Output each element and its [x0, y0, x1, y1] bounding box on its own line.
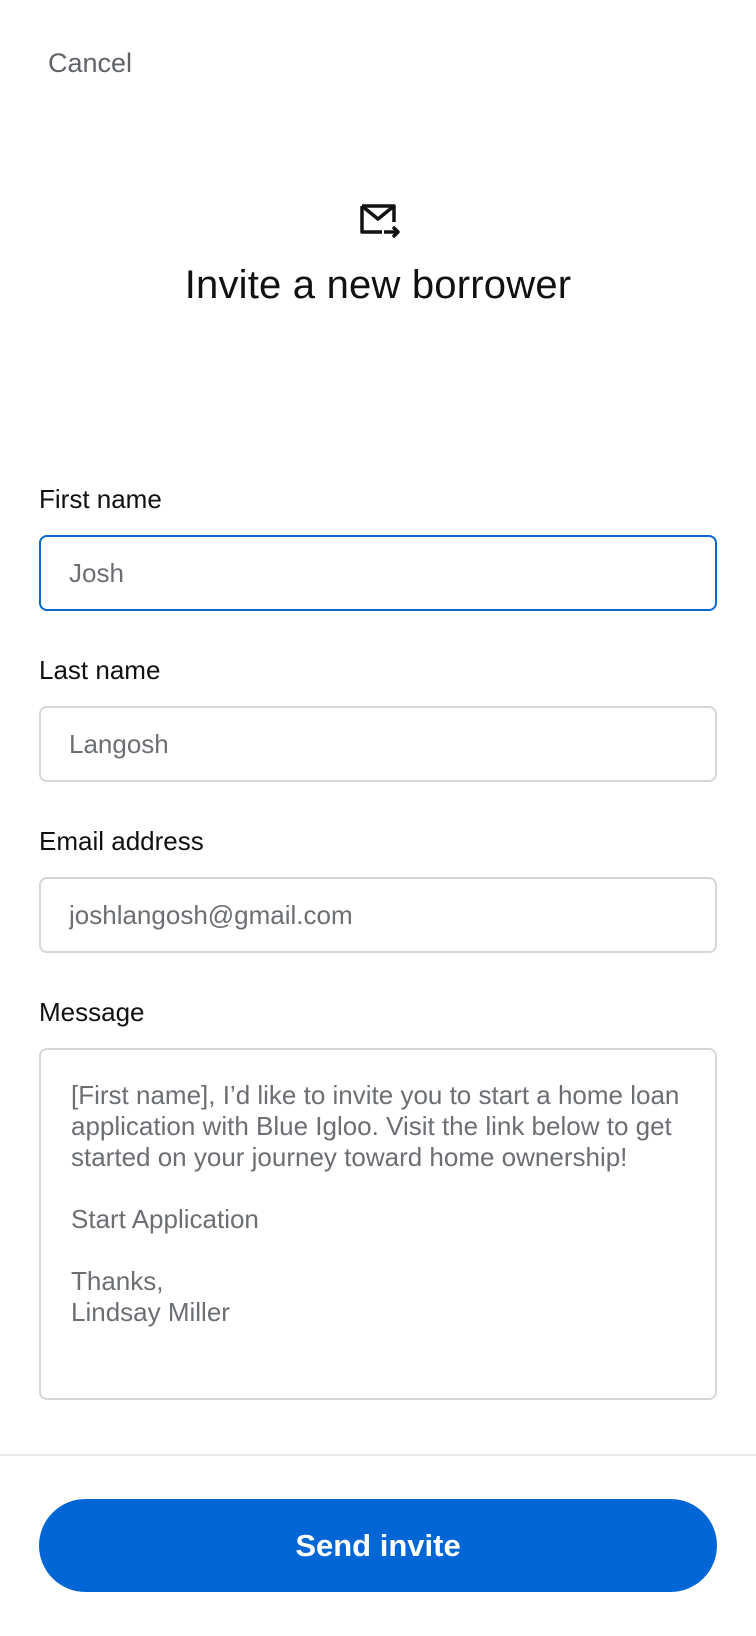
page-header: Invite a new borrower	[0, 200, 756, 308]
invite-form: First name Last name Email address Messa…	[39, 484, 717, 1444]
last-name-group: Last name	[39, 655, 717, 782]
first-name-label: First name	[39, 484, 162, 514]
message-group: Message [First name], I’d like to invite…	[39, 997, 717, 1400]
email-label: Email address	[39, 826, 204, 856]
last-name-label: Last name	[39, 655, 161, 685]
last-name-input[interactable]	[39, 706, 717, 782]
send-invite-button[interactable]: Send invite	[39, 1499, 717, 1592]
email-group: Email address	[39, 826, 717, 953]
footer-divider	[0, 1454, 756, 1456]
message-label: Message	[39, 997, 145, 1027]
email-input[interactable]	[39, 877, 717, 953]
first-name-input[interactable]	[39, 535, 717, 611]
cancel-button[interactable]: Cancel	[48, 48, 132, 79]
page-title: Invite a new borrower	[184, 263, 572, 307]
first-name-group: First name	[39, 484, 717, 611]
message-textarea[interactable]: [First name], I’d like to invite you to …	[39, 1048, 717, 1400]
mail-send-icon	[356, 200, 400, 240]
